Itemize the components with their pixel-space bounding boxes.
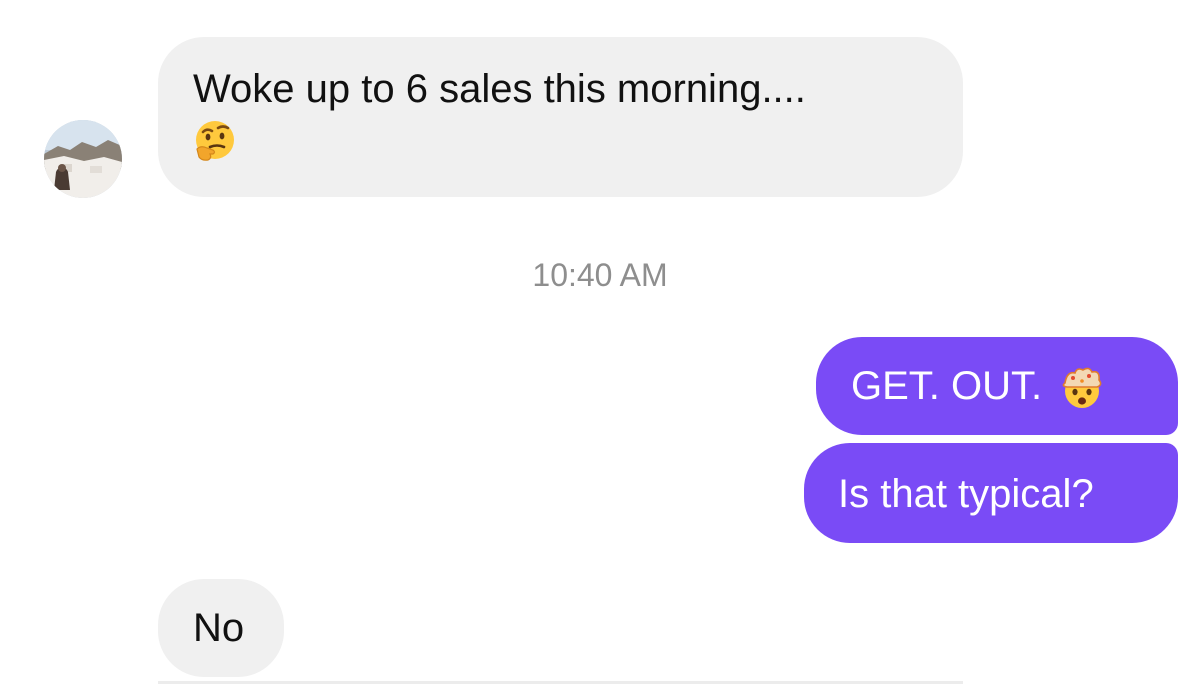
message-bubble-outgoing[interactable]: GET. OUT. (816, 337, 1178, 435)
exploding-head-emoji (1059, 365, 1105, 411)
thinking-face-emoji (193, 119, 237, 163)
avatar-photo (44, 120, 122, 198)
message-bubble-outgoing[interactable]: Is that typical? (804, 443, 1178, 543)
message-text: Woke up to 6 sales this morning.... (193, 67, 806, 111)
message-text: GET. OUT. (851, 364, 1043, 408)
message-bubble-incoming[interactable]: No (158, 579, 284, 677)
message-text: Is that typical? (838, 472, 1094, 516)
message-timestamp: 10:40 AM (532, 257, 668, 293)
message-bubble-incoming[interactable]: Woke up to 6 sales this morning.... (158, 37, 963, 197)
contact-avatar[interactable] (44, 120, 122, 198)
message-text: No (193, 606, 245, 650)
